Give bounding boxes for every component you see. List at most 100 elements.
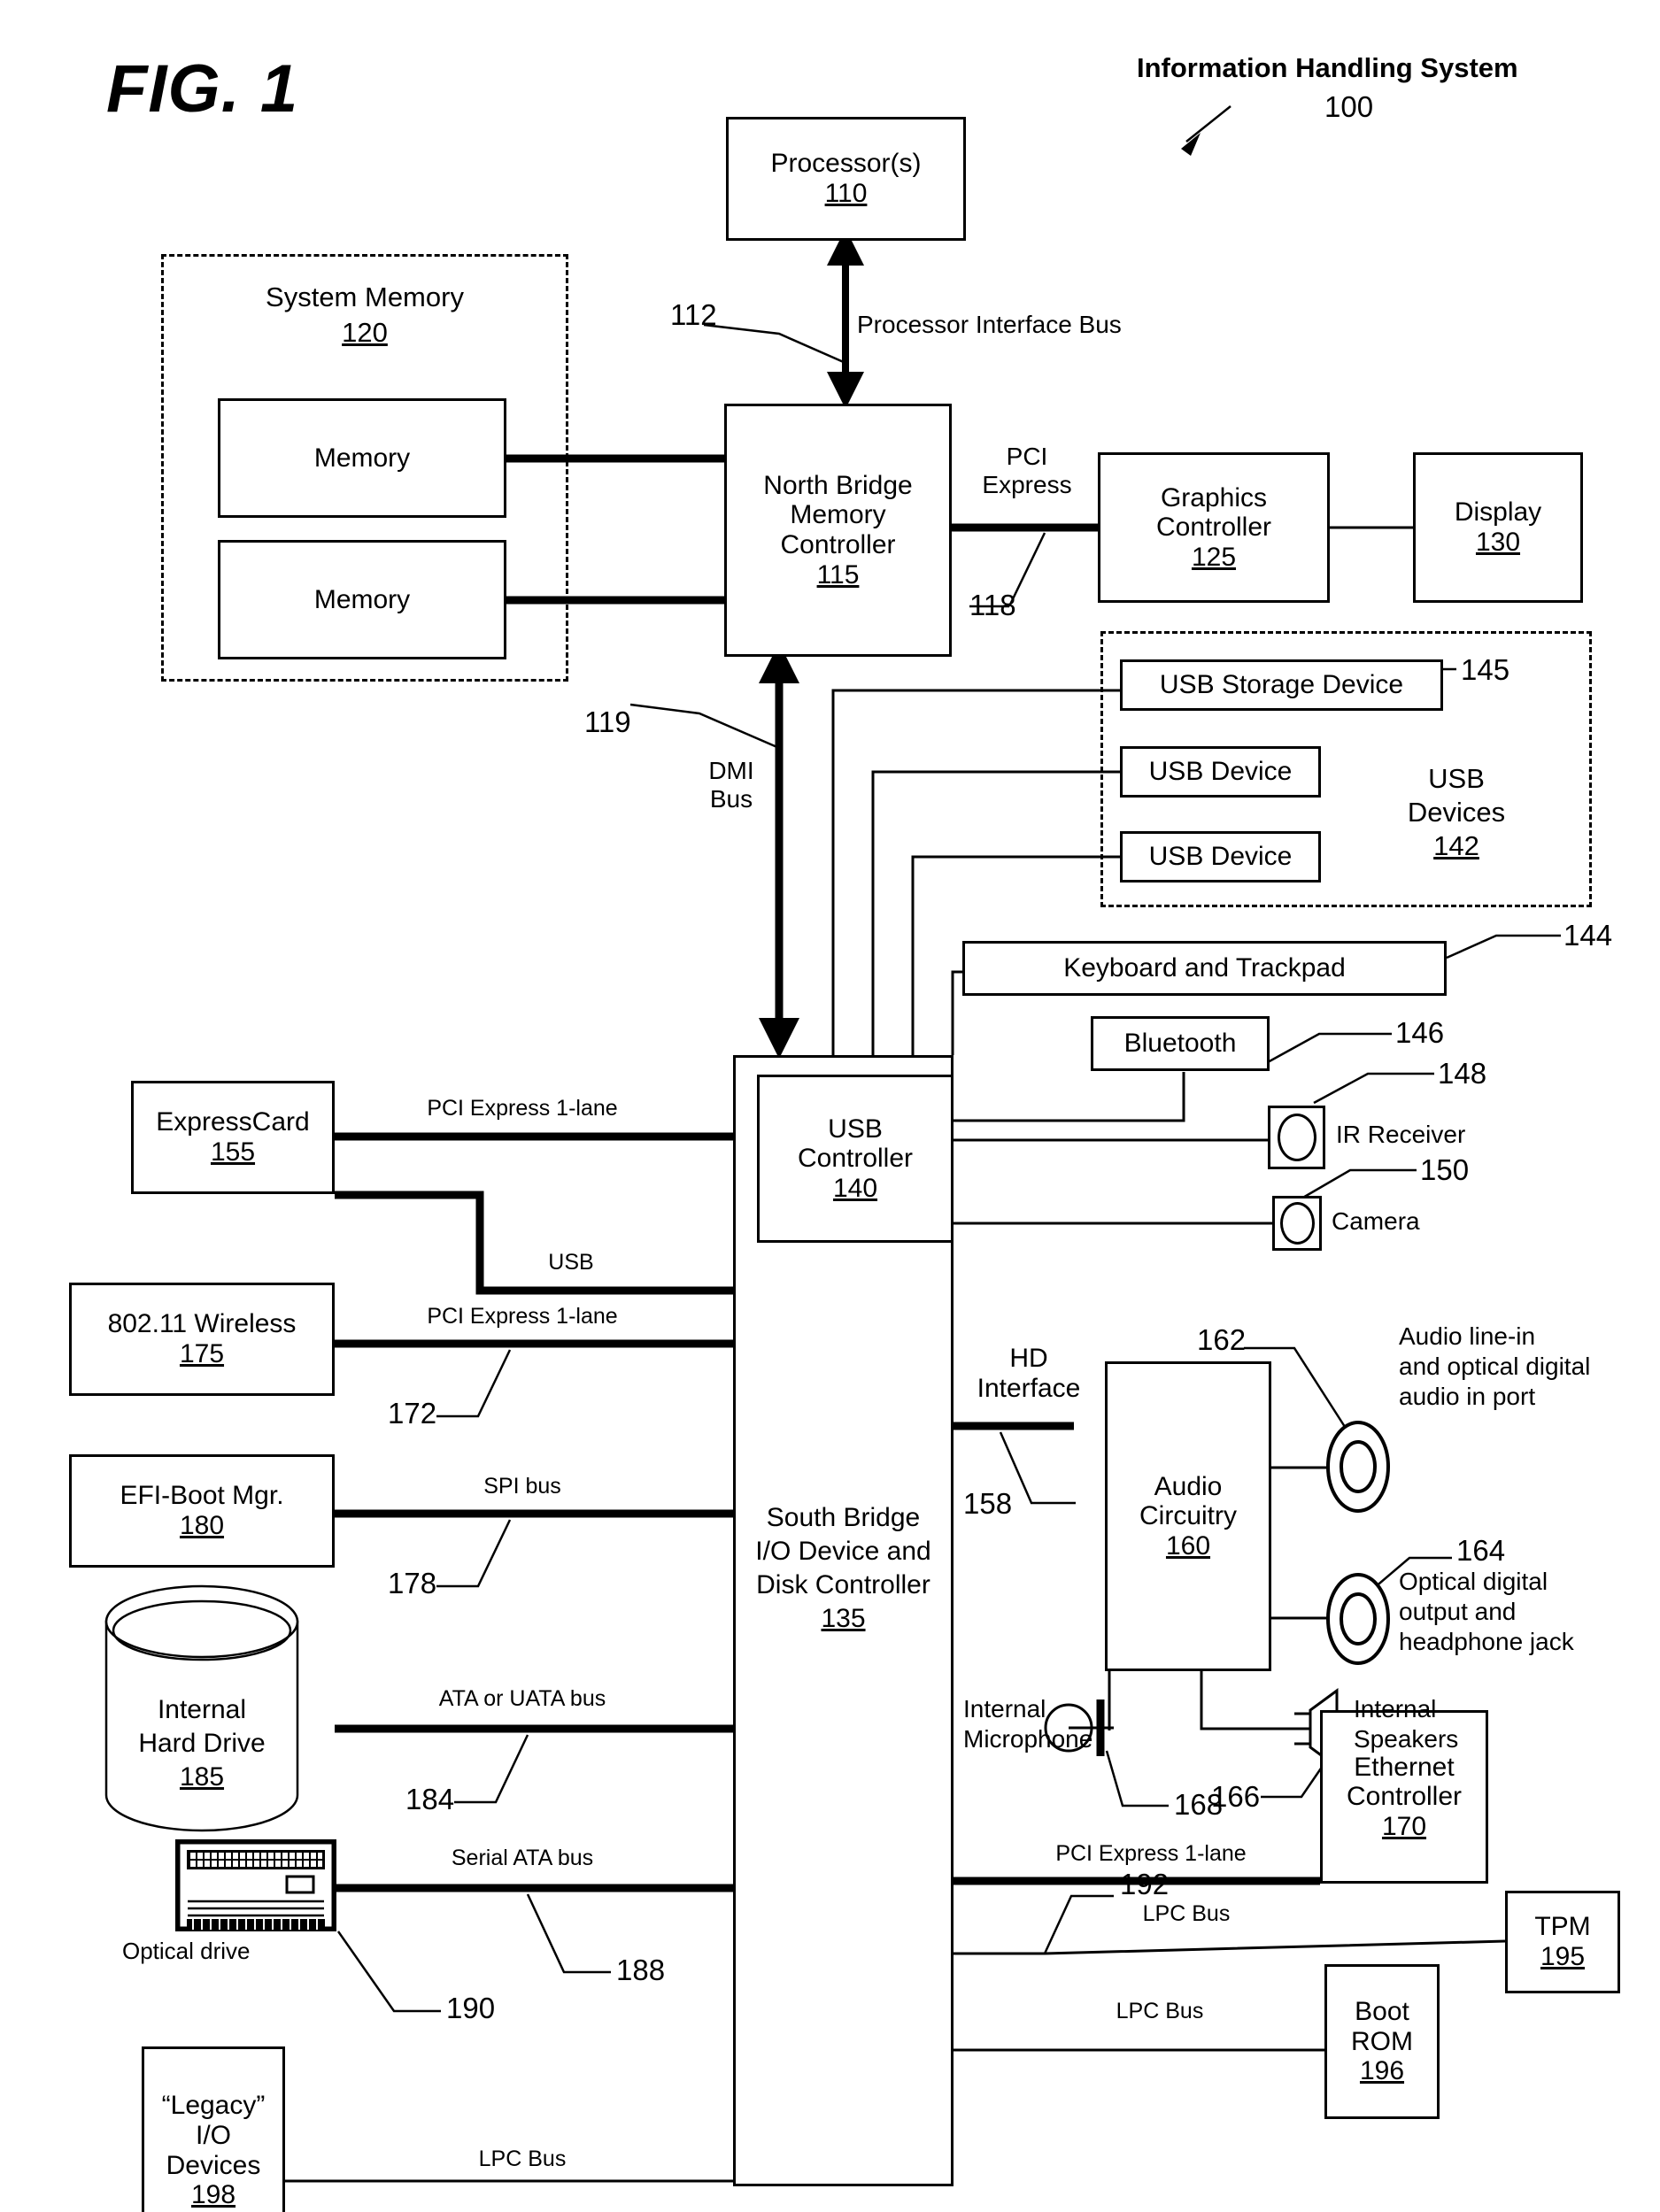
camera-label: Camera bbox=[1332, 1207, 1420, 1235]
boot-rom-line2: ROM bbox=[1351, 2026, 1413, 2056]
expresscard-ref: 155 bbox=[210, 1137, 256, 1167]
wireless-ref: 175 bbox=[179, 1339, 225, 1368]
ref-162: 162 bbox=[1197, 1323, 1247, 1356]
ethernet-controller-ref: 170 bbox=[1381, 1811, 1427, 1841]
ref-145: 145 bbox=[1461, 653, 1510, 686]
audio-out-jack-icon bbox=[1324, 1570, 1392, 1672]
serial-ata-bus-label: Serial ATA bus bbox=[451, 1846, 594, 1870]
south-bridge-ref: 135 bbox=[821, 1604, 866, 1633]
legacy-io-ref: 198 bbox=[190, 2180, 236, 2210]
system-memory-ref: 120 bbox=[342, 317, 388, 348]
processor-block[interactable]: Processor(s) 110 bbox=[726, 117, 966, 241]
processor-interface-bus-label: Processor Interface Bus bbox=[857, 311, 1122, 338]
internal-speakers-label: Internal Speakers bbox=[1354, 1695, 1459, 1753]
usb-devices-line1: USB bbox=[1428, 763, 1485, 794]
hd-interface-label: HD Interface bbox=[977, 1344, 1081, 1404]
memory-block-2-label: Memory bbox=[313, 584, 411, 614]
display-block[interactable]: Display 130 bbox=[1413, 452, 1583, 603]
camera-icon bbox=[1272, 1196, 1322, 1251]
figure-label: FIG. 1 bbox=[106, 51, 299, 127]
keyboard-trackpad-label: Keyboard and Trackpad bbox=[1063, 953, 1346, 983]
boot-rom-ref: 196 bbox=[1359, 2056, 1405, 2086]
ref-150: 150 bbox=[1420, 1153, 1470, 1186]
optical-drive-icon[interactable] bbox=[174, 1838, 338, 1933]
lpc-tpm-label: LPC Bus bbox=[1142, 1901, 1231, 1926]
boot-rom-block[interactable]: Boot ROM 196 bbox=[1324, 1964, 1440, 2119]
ref-112: 112 bbox=[670, 298, 717, 331]
lpc-legacy-label: LPC Bus bbox=[478, 2146, 567, 2171]
ref-190: 190 bbox=[446, 1992, 496, 2024]
legacy-io-line1: “Legacy” bbox=[161, 2091, 266, 2121]
ref-100: 100 bbox=[1324, 90, 1374, 123]
system-memory-title: System Memory bbox=[266, 281, 464, 312]
expresscard-label: ExpressCard bbox=[156, 1107, 310, 1137]
memory-block-2[interactable]: Memory bbox=[218, 540, 506, 659]
wireless-block[interactable]: 802.11 Wireless 175 bbox=[69, 1283, 335, 1396]
display-label: Display bbox=[1454, 497, 1542, 528]
usb-device-block-2[interactable]: USB Device bbox=[1120, 831, 1321, 882]
memory-block-1[interactable]: Memory bbox=[218, 398, 506, 518]
display-ref: 130 bbox=[1475, 528, 1521, 557]
graphics-controller-block[interactable]: Graphics Controller 125 bbox=[1098, 452, 1330, 603]
system-title: Information Handling System bbox=[1137, 52, 1518, 83]
wireless-label: 802.11 Wireless bbox=[107, 1309, 297, 1339]
tpm-block[interactable]: TPM 195 bbox=[1505, 1891, 1620, 1993]
efi-boot-mgr-ref: 180 bbox=[179, 1511, 225, 1540]
usb-devices-line2: Devices bbox=[1407, 797, 1506, 828]
ata-bus-label: ATA or UATA bus bbox=[438, 1686, 606, 1711]
ref-172: 172 bbox=[388, 1397, 437, 1430]
north-bridge-line1: North Bridge bbox=[763, 470, 913, 500]
usb-storage-device-label: USB Storage Device bbox=[1159, 670, 1404, 700]
boot-rom-line1: Boot bbox=[1355, 1997, 1409, 2027]
usb-controller-block[interactable]: USB Controller 140 bbox=[757, 1075, 954, 1243]
usb-storage-device-block[interactable]: USB Storage Device bbox=[1120, 659, 1443, 711]
pcie-ethernet-label: PCI Express 1-lane bbox=[1055, 1841, 1247, 1866]
usb-controller-line1: USB bbox=[828, 1114, 883, 1144]
processor-ref: 110 bbox=[824, 179, 868, 208]
spi-bus-label: SPI bus bbox=[483, 1474, 561, 1499]
legacy-io-devices-block[interactable]: “Legacy” I/O Devices 198 bbox=[142, 2046, 285, 2212]
usb-bus-label: USB bbox=[548, 1250, 594, 1275]
audio-circuitry-line2: Circuitry bbox=[1139, 1501, 1237, 1531]
legacy-io-line2: I/O bbox=[195, 2120, 231, 2150]
audio-in-port-label: Audio line-in and optical digital audio … bbox=[1399, 1322, 1591, 1411]
pcie-expresscard-label: PCI Express 1-lane bbox=[427, 1096, 618, 1121]
north-bridge-block[interactable]: North Bridge Memory Controller 115 bbox=[724, 404, 952, 657]
efi-boot-mgr-block[interactable]: EFI-Boot Mgr. 180 bbox=[69, 1454, 335, 1568]
expresscard-block[interactable]: ExpressCard 155 bbox=[131, 1081, 335, 1194]
ref-158: 158 bbox=[963, 1487, 1013, 1520]
internal-hard-drive-line1: Internal bbox=[157, 1695, 247, 1724]
ref-192: 192 bbox=[1120, 1868, 1170, 1900]
audio-in-jack-icon bbox=[1324, 1418, 1392, 1520]
south-bridge-line2: I/O Device and bbox=[755, 1537, 931, 1566]
audio-circuitry-ref: 160 bbox=[1165, 1530, 1211, 1561]
ethernet-controller-line1: Ethernet bbox=[1354, 1752, 1455, 1782]
pcie-wireless-label: PCI Express 1-lane bbox=[427, 1304, 618, 1329]
ethernet-controller-line2: Controller bbox=[1346, 1782, 1463, 1812]
north-bridge-line3: Controller bbox=[780, 530, 896, 559]
figure-canvas: FIG. 1 Information Handling System 100 S… bbox=[0, 0, 1660, 2212]
graphics-controller-line2: Controller bbox=[1155, 513, 1272, 543]
usb-controller-ref: 140 bbox=[832, 1173, 878, 1203]
internal-hard-drive-ref: 185 bbox=[179, 1762, 225, 1792]
internal-hard-drive-line2: Hard Drive bbox=[138, 1729, 266, 1758]
graphics-controller-ref: 125 bbox=[1191, 542, 1237, 572]
ref-188: 188 bbox=[616, 1954, 666, 1986]
audio-circuitry-block[interactable]: Audio Circuitry 160 bbox=[1105, 1361, 1271, 1671]
ref-184: 184 bbox=[405, 1783, 455, 1815]
bluetooth-block[interactable]: Bluetooth bbox=[1091, 1016, 1270, 1071]
ref-118: 118 bbox=[969, 589, 1016, 621]
bluetooth-label: Bluetooth bbox=[1123, 1029, 1237, 1059]
optical-drive-label: Optical drive bbox=[122, 1938, 251, 1964]
tpm-label: TPM bbox=[1534, 1912, 1591, 1942]
memory-block-1-label: Memory bbox=[313, 443, 411, 473]
usb-device-block-1[interactable]: USB Device bbox=[1120, 746, 1321, 798]
usb-devices-ref: 142 bbox=[1433, 830, 1479, 861]
keyboard-trackpad-block[interactable]: Keyboard and Trackpad bbox=[962, 941, 1447, 996]
pci-express-graphics-label: PCI Express bbox=[982, 443, 1072, 498]
ref-148: 148 bbox=[1438, 1057, 1487, 1090]
ref-144: 144 bbox=[1563, 919, 1613, 952]
dmi-bus-label: DMI Bus bbox=[708, 757, 754, 813]
ir-receiver-label: IR Receiver bbox=[1336, 1121, 1466, 1148]
ref-119: 119 bbox=[584, 705, 631, 738]
